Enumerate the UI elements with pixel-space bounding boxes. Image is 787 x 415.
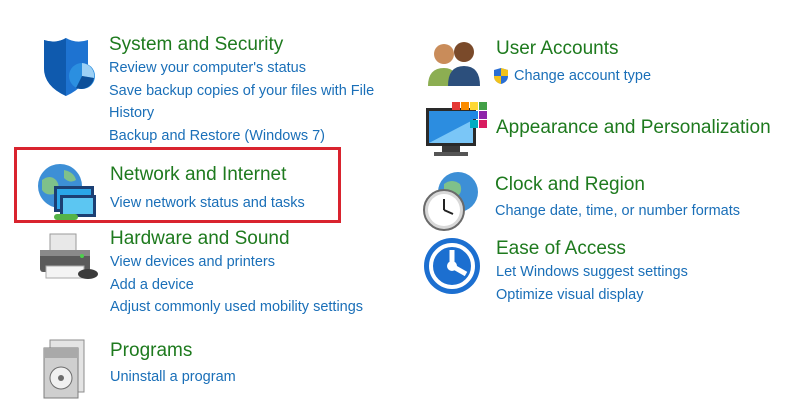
shield-icon[interactable] — [36, 34, 102, 100]
backup-restore-link[interactable]: Backup and Restore (Windows 7) — [109, 125, 399, 148]
programs-title[interactable]: Programs — [110, 340, 236, 362]
hardware-sound-title[interactable]: Hardware and Sound — [110, 228, 363, 250]
system-security-title[interactable]: System and Security — [109, 34, 399, 56]
monitor-palette-icon[interactable] — [424, 100, 490, 166]
change-formats-link[interactable]: Change date, time, or number formats — [495, 200, 740, 223]
add-device-link[interactable]: Add a device — [110, 274, 363, 297]
printer-icon[interactable] — [36, 228, 102, 294]
clock-globe-icon[interactable] — [420, 168, 486, 234]
programs-icon[interactable] — [36, 336, 102, 402]
ease-of-access-icon[interactable] — [422, 236, 488, 302]
uninstall-link[interactable]: Uninstall a program — [110, 366, 236, 389]
clock-region-title[interactable]: Clock and Region — [495, 174, 740, 196]
mobility-settings-link[interactable]: Adjust commonly used mobility settings — [110, 296, 363, 319]
ease-of-access-title[interactable]: Ease of Access — [496, 238, 688, 260]
file-history-link[interactable]: Save backup copies of your files with Fi… — [109, 80, 394, 125]
review-status-link[interactable]: Review your computer's status — [109, 57, 399, 80]
highlight-box — [14, 147, 341, 223]
appearance-title[interactable]: Appearance and Personalization — [496, 117, 771, 139]
suggest-settings-link[interactable]: Let Windows suggest settings — [496, 261, 688, 284]
uac-shield-icon — [494, 68, 508, 85]
optimize-display-link[interactable]: Optimize visual display — [496, 284, 688, 307]
user-accounts-title[interactable]: User Accounts — [496, 38, 651, 60]
change-account-type-label: Change account type — [514, 68, 652, 84]
users-icon[interactable] — [424, 36, 490, 102]
change-account-type-link[interactable]: Change account type — [492, 65, 651, 88]
devices-printers-link[interactable]: View devices and printers — [110, 251, 363, 274]
